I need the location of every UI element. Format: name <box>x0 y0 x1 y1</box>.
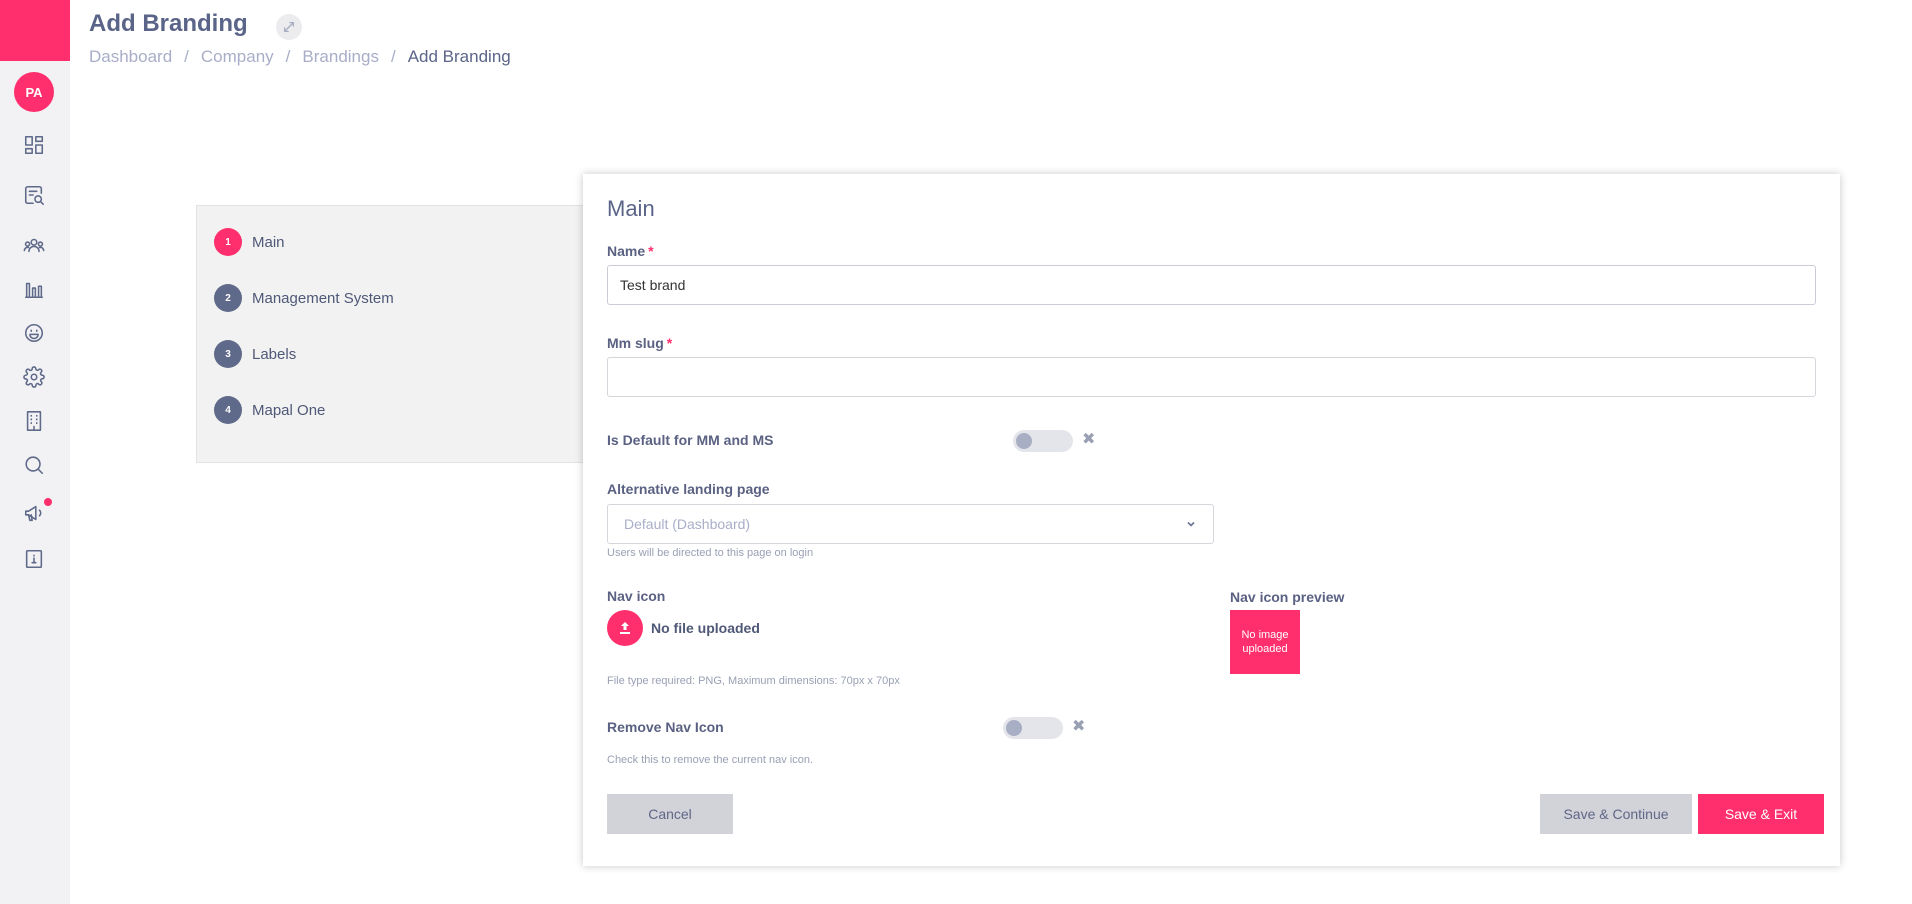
landing-page-label: Alternative landing page <box>607 481 770 497</box>
step-label: Management System <box>252 289 394 307</box>
landing-page-help: Users will be directed to this page on l… <box>607 547 814 559</box>
search-document-icon[interactable] <box>21 182 47 208</box>
upload-button[interactable] <box>607 610 643 646</box>
required-mark: * <box>648 243 654 259</box>
bar-chart-icon[interactable] <box>21 276 47 302</box>
step-number: 4 <box>214 396 242 424</box>
breadcrumb-separator: / <box>285 47 291 66</box>
smiley-icon[interactable] <box>21 320 47 346</box>
breadcrumb-separator: / <box>390 47 396 66</box>
step-number: 2 <box>214 284 242 312</box>
form-title: Main <box>607 196 655 221</box>
toggle-knob <box>1016 433 1032 449</box>
avatar[interactable]: PA <box>14 72 54 112</box>
step-labels[interactable]: 3 Labels <box>214 340 296 368</box>
building-icon[interactable] <box>21 408 47 434</box>
nav-icon-help: File type required: PNG, Maximum dimensi… <box>607 675 900 687</box>
expand-button[interactable] <box>276 14 302 40</box>
chevron-down-icon <box>1187 521 1195 527</box>
users-icon[interactable] <box>21 232 47 258</box>
save-continue-button[interactable]: Save & Continue <box>1540 794 1692 834</box>
landing-page-select[interactable]: Default (Dashboard) <box>607 504 1214 544</box>
gear-icon[interactable] <box>21 364 47 390</box>
remove-nav-icon-toggle[interactable] <box>1003 717 1063 739</box>
close-icon[interactable]: ✖ <box>1082 429 1095 449</box>
name-label-text: Name <box>607 243 646 259</box>
nav-icon-preview-label: Nav icon preview <box>1230 589 1345 605</box>
step-label: Labels <box>252 345 297 363</box>
mm-slug-input[interactable] <box>607 357 1816 397</box>
step-mapal-one[interactable]: 4 Mapal One <box>214 396 325 424</box>
breadcrumb-separator: / <box>184 47 189 66</box>
nav-icon-status: No file uploaded <box>651 620 760 636</box>
step-main[interactable]: 1 Main <box>214 228 285 256</box>
expand-icon <box>283 21 295 33</box>
nav-icon-label: Nav icon <box>607 588 666 604</box>
mm-slug-label: Mm slug * <box>607 335 672 351</box>
breadcrumb-current: Add Branding <box>407 47 511 66</box>
name-label: Name * <box>607 243 654 259</box>
name-input[interactable] <box>607 265 1816 305</box>
megaphone-icon[interactable] <box>21 500 47 526</box>
remove-nav-icon-label: Remove Nav Icon <box>607 719 724 735</box>
info-book-icon[interactable] <box>21 546 47 572</box>
breadcrumb-company[interactable]: Company <box>201 47 274 67</box>
main-form-card: Main Name* Mm slug* Is Default for MM an… <box>583 174 1840 866</box>
sidebar: PA <box>0 0 70 904</box>
save-exit-button[interactable]: Save & Exit <box>1698 794 1824 834</box>
step-number: 3 <box>214 340 242 368</box>
required-mark: * <box>666 335 673 351</box>
breadcrumb-brandings[interactable]: Brandings <box>302 47 379 67</box>
landing-page-selected: Default (Dashboard) <box>624 516 751 532</box>
close-icon[interactable]: ✖ <box>1072 716 1085 736</box>
is-default-toggle[interactable] <box>1013 430 1073 452</box>
dashboard-icon[interactable] <box>21 132 47 158</box>
mm-slug-label-text: Mm slug <box>607 335 664 351</box>
page-title: Add Branding <box>89 10 248 37</box>
cancel-button[interactable]: Cancel <box>607 794 733 834</box>
breadcrumb: Dashboard / Company / Brandings / Add Br… <box>89 47 511 67</box>
wizard-steps: 1 Main 2 Management System 3 Labels 4 Ma… <box>196 205 587 463</box>
upload-icon <box>620 622 630 634</box>
notification-dot <box>44 498 52 506</box>
remove-nav-icon-help: Check this to remove the current nav ico… <box>607 754 814 766</box>
breadcrumb-dashboard[interactable]: Dashboard <box>89 47 172 67</box>
step-number: 1 <box>214 228 242 256</box>
search-icon[interactable] <box>21 452 47 478</box>
step-label: Main <box>252 233 285 251</box>
toggle-knob <box>1006 720 1022 736</box>
is-default-label: Is Default for MM and MS <box>607 432 774 448</box>
step-management-system[interactable]: 2 Management System <box>214 284 394 312</box>
step-label: Mapal One <box>252 401 326 419</box>
brand-logo-block[interactable] <box>0 0 70 61</box>
nav-icon-preview: No image uploaded <box>1230 610 1300 674</box>
